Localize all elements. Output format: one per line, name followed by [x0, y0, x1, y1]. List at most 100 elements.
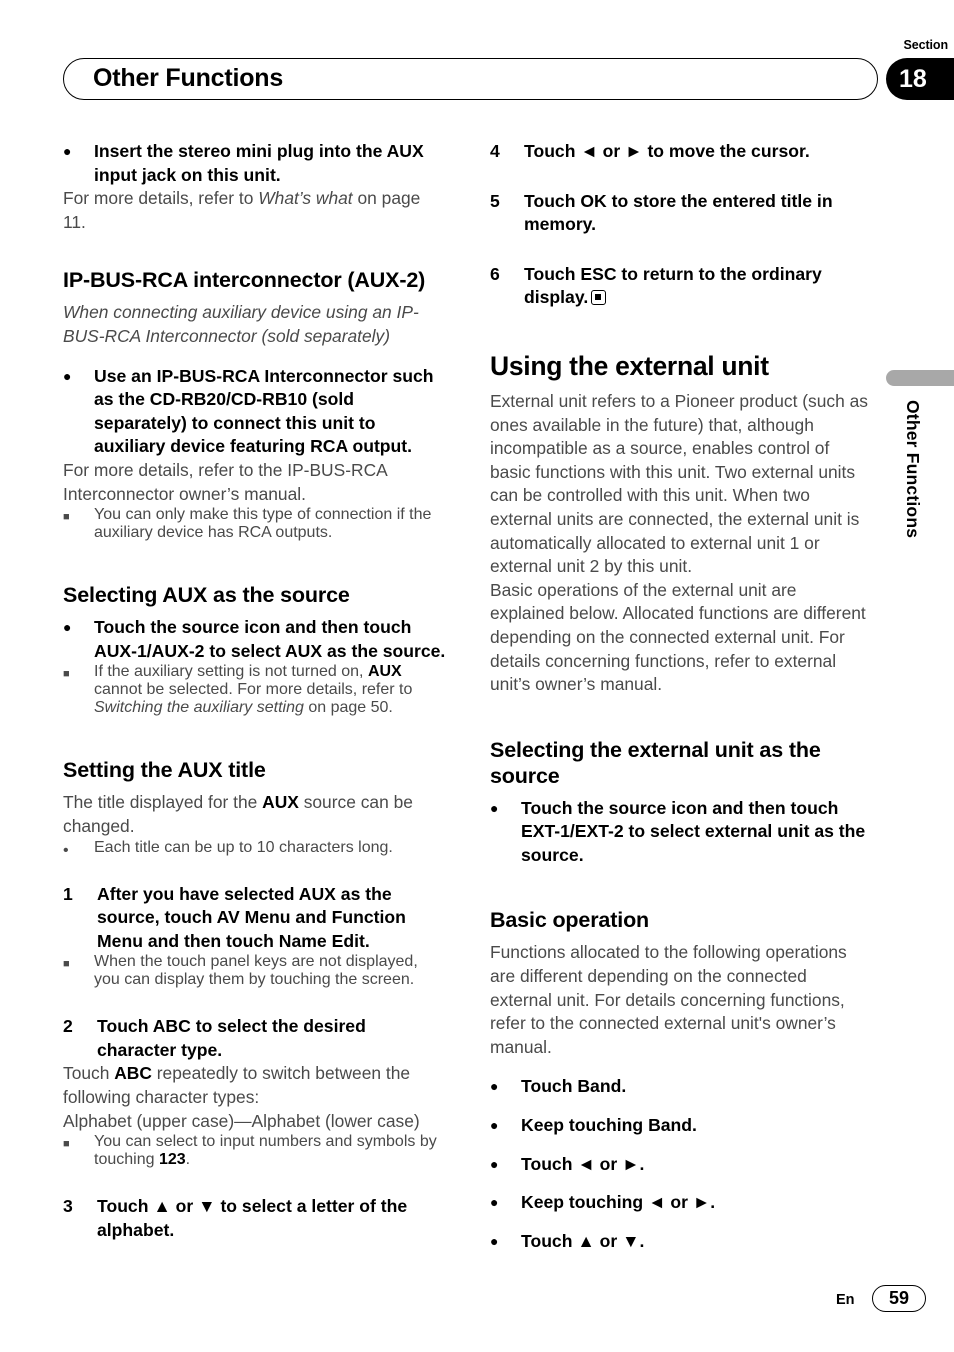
aux-title-intro-bold: AUX	[262, 792, 299, 813]
operation-item-3-text: Keep touching ◄ or ►.	[521, 1192, 716, 1213]
step-2-character-types: Alphabet (upper case)—Alphabet (lower ca…	[63, 1110, 420, 1131]
step-2-note-bold-123: 123	[158, 1151, 186, 1169]
insert-note-italic-ref: What’s what	[258, 188, 353, 209]
heading-ipbus-light: (AUX-2)	[347, 268, 426, 293]
step-6: 6 Touch ESC to return to the ordinary di…	[490, 263, 873, 310]
bullet-use-interconnector-text: Use an IP-BUS-RCA Interconnector such as…	[94, 365, 434, 457]
right-column: 4 Touch ◄ or ► to move the cursor. 5 Tou…	[490, 140, 873, 1253]
aux-note-part3: on page 50.	[303, 699, 393, 717]
page-header-banner: Other Functions	[63, 58, 878, 100]
aux-title-intro: The title displayed for the AUX source c…	[63, 791, 446, 838]
operation-item-0-text: Touch Band.	[521, 1076, 627, 1097]
filled-square-bullet-icon: ■	[63, 668, 70, 681]
bullet-touch-source-aux: ● Touch the source icon and then touch A…	[63, 616, 446, 663]
filled-circle-bullet-icon: ●	[63, 367, 72, 384]
filled-circle-bullet-icon: ●	[490, 1078, 499, 1095]
step-2-body: Touch ABC repeatedly to switch between t…	[63, 1062, 446, 1109]
heading-selecting-aux-as-source: Selecting AUX as the source	[63, 583, 350, 608]
step-3: 3 Touch ▲ or ▼ to select a letter of the…	[63, 1195, 446, 1242]
end-of-section-marker-icon	[591, 290, 607, 306]
insert-plug-note: For more details, refer to What’s what o…	[63, 187, 446, 234]
filled-square-bullet-icon: ■	[63, 1138, 70, 1151]
step-2-body-bold-abc: ABC	[114, 1063, 152, 1084]
step-2-note: ■ You can select to input numbers and sy…	[63, 1133, 446, 1169]
filled-circle-bullet-icon: ●	[63, 143, 72, 159]
insert-note-lead: For more details, refer to	[63, 188, 259, 209]
bullet-use-interconnector: ● Use an IP-BUS-RCA Interconnector such …	[63, 365, 446, 459]
bullet-insert-plug: ● Insert the stereo mini plug into the A…	[63, 140, 446, 187]
operation-item-1: ● Keep touching Band.	[490, 1114, 873, 1138]
step-4: 4 Touch ◄ or ► to move the cursor.	[490, 140, 873, 164]
step-2-note-part1: You can select to input numbers and symb…	[94, 1133, 437, 1169]
bullet-insert-plug-text: Insert the stereo mini plug into the AUX…	[94, 141, 424, 185]
use-interconnector-subnote-text: You can only make this type of connectio…	[94, 506, 432, 542]
bullet-touch-source-aux-text: Touch the source icon and then touch AUX…	[94, 617, 446, 661]
operation-item-2: ● Touch ◄ or ►.	[490, 1153, 873, 1177]
section-label: Section	[903, 38, 949, 52]
bullet-touch-source-ext: ● Touch the source icon and then touch E…	[490, 797, 873, 868]
aux-title-intro-part1: The title displayed for the	[63, 792, 263, 813]
step-2-text: Touch ABC to select the desired characte…	[97, 1016, 366, 1060]
section-number-badge: 18	[886, 58, 954, 100]
aux-note-part2: cannot be selected. For more details, re…	[94, 681, 413, 699]
step-1-text: After you have selected AUX as the sourc…	[97, 883, 406, 951]
filled-circle-bullet-icon: ●	[490, 1117, 499, 1134]
operation-item-4: ● Touch ▲ or ▼.	[490, 1230, 873, 1254]
filled-square-bullet-icon: ■	[63, 511, 70, 524]
heading-setting-aux-title: Setting the AUX title	[63, 758, 266, 783]
ipbus-italic-intro: When connecting auxiliary device using a…	[63, 302, 419, 346]
step-6-text: Touch ESC to return to the ordinary disp…	[524, 263, 822, 308]
step-3-number: 3	[63, 1196, 73, 1217]
heading-ipbus-strong: IP-BUS-RCA interconnector	[63, 268, 348, 293]
step-2: 2 Touch ABC to select the desired charac…	[63, 1015, 446, 1062]
side-tab-label: Other Functions	[903, 400, 923, 539]
filled-circle-bullet-icon: ●	[490, 799, 499, 816]
aux-title-length-note: • Each title can be up to 10 characters …	[63, 838, 446, 859]
operation-item-4-text: Touch ▲ or ▼.	[521, 1230, 645, 1251]
aux-note-part1: If the auxiliary setting is not turned o…	[94, 663, 368, 681]
operation-item-2-text: Touch ◄ or ►.	[521, 1153, 645, 1174]
left-column: ● Insert the stereo mini plug into the A…	[63, 140, 446, 1242]
step-2-number: 2	[63, 1016, 73, 1037]
step-3-text: Touch ▲ or ▼ to select a letter of the a…	[97, 1196, 408, 1240]
filled-circle-bullet-icon: ●	[490, 1232, 499, 1249]
step-6-number: 6	[490, 263, 500, 284]
operation-item-0: ● Touch Band.	[490, 1075, 873, 1099]
use-interconnector-note: For more details, refer to the IP-BUS-RC…	[63, 459, 387, 504]
operation-item-3: ● Keep touching ◄ or ►.	[490, 1191, 873, 1215]
step-4-text: Touch ◄ or ► to move the cursor.	[524, 141, 810, 161]
footer-page-number: 59	[872, 1285, 926, 1312]
step-4-number: 4	[490, 141, 500, 161]
aux-title-length-note-text: Each title can be up to 10 characters lo…	[94, 838, 393, 856]
small-dot-bullet-icon: •	[63, 841, 69, 859]
step-1-note: ■ When the touch panel keys are not disp…	[63, 953, 446, 989]
step-2-note-part2: .	[185, 1151, 191, 1169]
operation-item-1-text: Keep touching Band.	[521, 1115, 697, 1136]
step-2-body-part1: Touch	[63, 1063, 115, 1084]
heading-basic-operation: Basic operation	[490, 908, 650, 933]
basic-operation-description: Functions allocated to the following ope…	[490, 942, 847, 1057]
step-5-text: Touch OK to store the entered title in m…	[524, 190, 833, 235]
step-1-number: 1	[63, 883, 73, 904]
side-tab-marker	[886, 370, 954, 386]
heading-ipbus-rca-interconnector: IP-BUS-RCA interconnector (AUX-2)	[63, 267, 446, 293]
step-1: 1 After you have selected AUX as the sou…	[63, 883, 446, 954]
bullet-touch-source-ext-text: Touch the source icon and then touch EXT…	[521, 797, 866, 865]
footer-language-code: En	[836, 1292, 855, 1308]
page-title: Other Functions	[93, 63, 284, 92]
aux-note-bold-aux: AUX	[367, 663, 402, 681]
external-unit-description-1: External unit refers to a Pioneer produc…	[490, 390, 868, 577]
step-5: 5 Touch OK to store the entered title in…	[490, 190, 873, 237]
use-interconnector-subnote: ■ You can only make this type of connect…	[63, 506, 446, 542]
step-5-number: 5	[490, 190, 500, 211]
filled-square-bullet-icon: ■	[63, 958, 70, 971]
aux-note-italic-ref: Switching the auxiliary setting	[94, 699, 304, 717]
filled-circle-bullet-icon: ●	[490, 1155, 499, 1172]
heading-selecting-external-unit-as-source: Selecting the external unit as the sourc…	[490, 737, 821, 788]
aux-selection-note: ■ If the auxiliary setting is not turned…	[63, 663, 446, 717]
step-1-note-text: When the touch panel keys are not displa…	[94, 953, 418, 989]
heading-using-external-unit: Using the external unit	[490, 350, 769, 381]
filled-circle-bullet-icon: ●	[490, 1194, 499, 1211]
filled-circle-bullet-icon: ●	[63, 619, 72, 636]
external-unit-description-2: Basic operations of the external unit ar…	[490, 579, 866, 695]
